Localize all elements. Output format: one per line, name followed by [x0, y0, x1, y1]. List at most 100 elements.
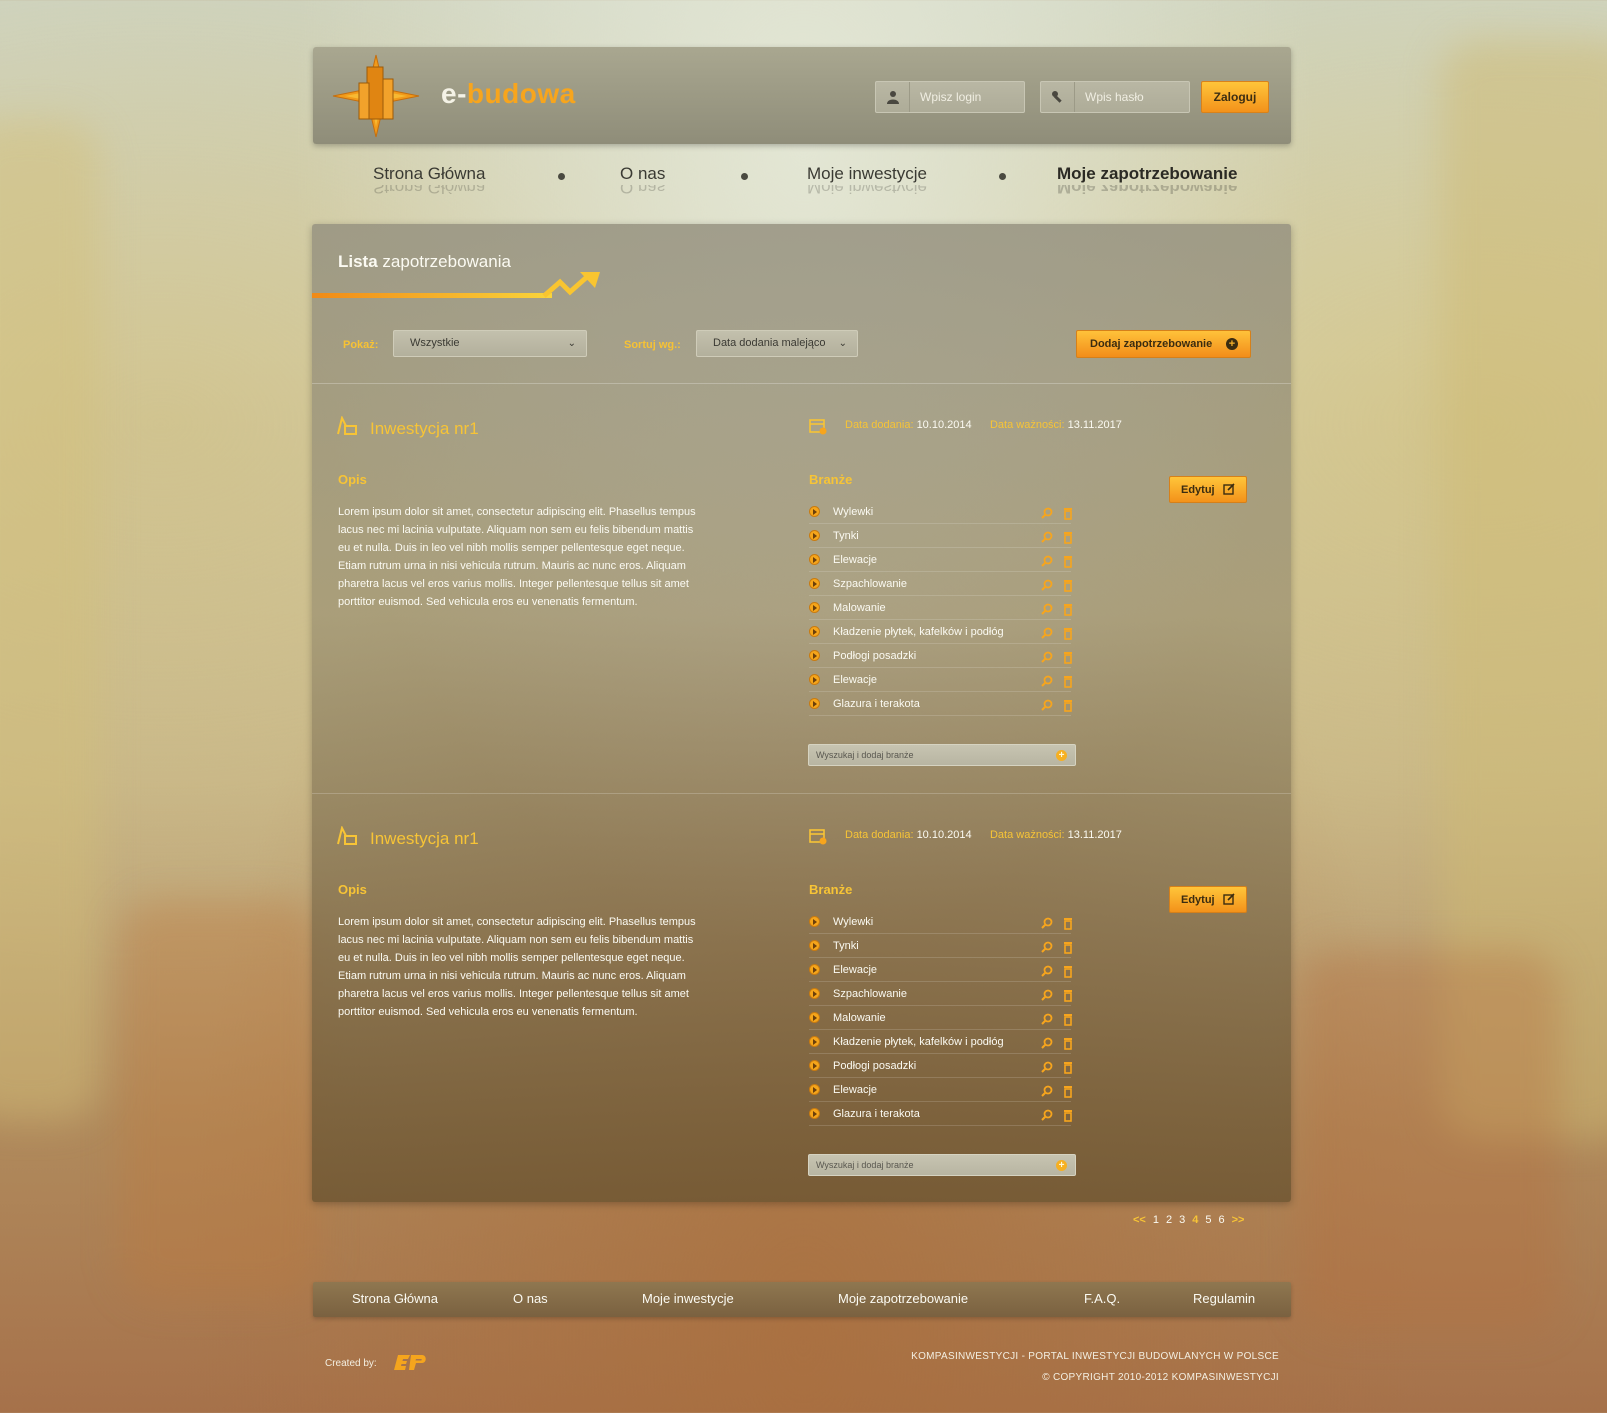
nav-item-home[interactable]: Strona Główna Strona Główna: [373, 164, 485, 195]
branch-label: Szpachlowanie: [833, 578, 907, 590]
valid-date-label: Data ważności:: [989, 829, 1065, 841]
pagination-page-current[interactable]: 4: [1192, 1214, 1198, 1226]
pagination-next[interactable]: >>: [1232, 1214, 1245, 1226]
trash-icon[interactable]: [1062, 649, 1074, 664]
trash-icon[interactable]: [1062, 963, 1074, 978]
search-icon[interactable]: [1041, 1035, 1053, 1049]
logo-icon[interactable]: [329, 53, 423, 139]
investment-title[interactable]: Inwestycja nr1: [370, 829, 479, 849]
brand-title[interactable]: e-budowa: [441, 78, 576, 110]
password-field[interactable]: [1040, 81, 1190, 113]
nav-item-demand[interactable]: Moje zapotrzebowanie Moje zapotrzebowani…: [1057, 164, 1237, 195]
footer-link-faq[interactable]: F.A.Q.: [1084, 1291, 1120, 1306]
search-icon[interactable]: [1041, 673, 1053, 687]
search-icon[interactable]: [1041, 529, 1053, 543]
password-input[interactable]: [1075, 90, 1185, 104]
key-icon: [1041, 82, 1075, 112]
search-icon[interactable]: [1041, 1011, 1053, 1025]
branch-item: Elewacje: [809, 1078, 1074, 1102]
trash-icon[interactable]: [1062, 1011, 1074, 1026]
search-icon[interactable]: [1041, 649, 1053, 663]
add-demand-button[interactable]: Dodaj zapotrzebowanie +: [1076, 330, 1251, 358]
edit-button[interactable]: Edytuj: [1169, 476, 1247, 503]
add-demand-label: Dodaj zapotrzebowanie: [1090, 338, 1213, 350]
bullet-icon: [809, 916, 820, 927]
branch-label: Kładzenie płytek, kafelków i podłóg: [833, 1036, 1004, 1048]
footer-link-about[interactable]: O nas: [513, 1291, 548, 1306]
trash-icon[interactable]: [1062, 577, 1074, 592]
search-icon[interactable]: [1041, 1059, 1053, 1073]
pagination-prev[interactable]: <<: [1133, 1214, 1146, 1226]
search-icon[interactable]: [1041, 1107, 1053, 1121]
nav-separator: [999, 173, 1006, 180]
description-heading: Opis: [338, 472, 367, 487]
demand-panel: Lista zapotrzebowania Pokaż: Wszystkie ⌄…: [312, 224, 1291, 1202]
branches-list: Wylewki Tynki Elewacje Szpachlowanie Malowan…: [809, 910, 1074, 1126]
trash-icon[interactable]: [1062, 939, 1074, 954]
trash-icon[interactable]: [1062, 625, 1074, 640]
plus-icon[interactable]: +: [1056, 750, 1067, 761]
pagination-page[interactable]: 2: [1166, 1214, 1172, 1226]
bullet-icon: [809, 554, 820, 565]
branch-search[interactable]: +: [808, 744, 1076, 766]
search-icon[interactable]: [1041, 553, 1053, 567]
search-icon[interactable]: [1041, 505, 1053, 519]
footer-link-investments[interactable]: Moje inwestycje: [642, 1291, 734, 1306]
trash-icon[interactable]: [1062, 529, 1074, 544]
edit-icon: [1223, 893, 1235, 905]
trash-icon[interactable]: [1062, 1059, 1074, 1074]
search-icon[interactable]: [1041, 577, 1053, 591]
search-icon[interactable]: [1041, 987, 1053, 1001]
trash-icon[interactable]: [1062, 1107, 1074, 1122]
branch-label: Malowanie: [833, 1012, 886, 1024]
login-input[interactable]: [910, 90, 1020, 104]
pagination-page[interactable]: 5: [1205, 1214, 1211, 1226]
filter-select[interactable]: Wszystkie ⌄: [393, 330, 587, 357]
trash-icon[interactable]: [1062, 505, 1074, 520]
trash-icon[interactable]: [1062, 601, 1074, 616]
trend-arrow-icon: [312, 272, 600, 298]
pagination-page[interactable]: 6: [1218, 1214, 1224, 1226]
trash-icon[interactable]: [1062, 553, 1074, 568]
login-button[interactable]: Zaloguj: [1201, 81, 1269, 113]
search-icon[interactable]: [1041, 915, 1053, 929]
branch-search[interactable]: +: [808, 1154, 1076, 1176]
trash-icon[interactable]: [1062, 697, 1074, 712]
plus-icon[interactable]: +: [1056, 1160, 1067, 1171]
copyright-block: KOMPASINWESTYCJI - PORTAL INWESTYCJI BUD…: [911, 1346, 1279, 1388]
search-icon[interactable]: [1041, 1083, 1053, 1097]
footer-nav: Strona Główna O nas Moje inwestycje Moje…: [313, 1282, 1291, 1317]
ep-logo-icon[interactable]: [394, 1353, 428, 1372]
pagination-page[interactable]: 1: [1153, 1214, 1159, 1226]
search-icon[interactable]: [1041, 963, 1053, 977]
branch-search-input[interactable]: [809, 1160, 1044, 1170]
branch-search-input[interactable]: [809, 750, 1044, 760]
bullet-icon: [809, 506, 820, 517]
sort-select[interactable]: Data dodania malejąco ⌄: [696, 330, 858, 357]
search-icon[interactable]: [1041, 939, 1053, 953]
footer-link-demand[interactable]: Moje zapotrzebowanie: [838, 1291, 968, 1306]
trash-icon[interactable]: [1062, 987, 1074, 1002]
investment-title[interactable]: Inwestycja nr1: [370, 419, 479, 439]
nav-item-investments[interactable]: Moje inwestycje Moje inwestycje: [807, 164, 927, 195]
footer-link-home[interactable]: Strona Główna: [352, 1291, 438, 1306]
search-icon[interactable]: [1041, 697, 1053, 711]
trash-icon[interactable]: [1062, 1083, 1074, 1098]
copyright-line: KOMPASINWESTYCJI - PORTAL INWESTYCJI BUD…: [911, 1351, 1279, 1362]
trash-icon[interactable]: [1062, 1035, 1074, 1050]
nav-label: Moje inwestycje: [807, 164, 927, 183]
login-field[interactable]: [875, 81, 1025, 113]
nav-item-about[interactable]: O nas O nas: [620, 164, 665, 195]
trash-icon[interactable]: [1062, 915, 1074, 930]
nav-label: Moje zapotrzebowanie: [1057, 164, 1238, 183]
bullet-icon: [809, 650, 820, 661]
search-icon[interactable]: [1041, 625, 1053, 639]
edit-button[interactable]: Edytuj: [1169, 886, 1247, 913]
brand-prefix: e-: [441, 78, 467, 109]
trash-icon[interactable]: [1062, 673, 1074, 688]
pagination-page[interactable]: 3: [1179, 1214, 1185, 1226]
added-date-label: Data dodania:: [845, 829, 914, 841]
search-icon[interactable]: [1041, 601, 1053, 615]
bullet-icon: [809, 1108, 820, 1119]
footer-link-terms[interactable]: Regulamin: [1193, 1291, 1255, 1306]
